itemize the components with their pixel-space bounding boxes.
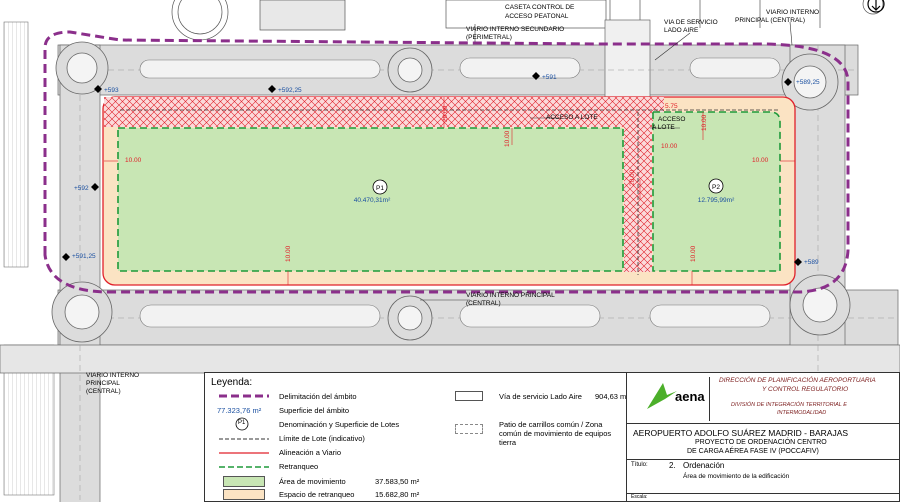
legend-symbol-alignment [219,452,269,454]
legend-area-label: Superficie del ámbito [279,406,350,415]
legend-boundary-label: Delimitación del ámbito [279,392,357,401]
legend-plot-label: Denominación y Superficie de Lotes [279,420,400,429]
dim-left-10: 10.00 [125,157,142,164]
legend-panel: Leyenda: Delimitación del ámbito 77.323,… [204,372,629,502]
acceso-lote-1: ACCESO A LOTE [546,114,598,121]
legend-symbol-setback [219,466,269,468]
project-line-2: DE CARGA AÉREA FASE IV (POCCAFIV) [687,448,819,455]
plot-area-p1: 40.470,31m² [354,197,391,204]
patio-zone-top [104,97,664,127]
legend-symbol-patio [455,424,483,434]
elevation-592-25: +592,25 [278,87,302,94]
viario-principal-top-2: PRINCIPAL (CENTRAL) [735,17,805,24]
via-servicio-label-1: VIA DE SERVICIO [664,19,718,26]
elevation-593: +593 [104,87,119,94]
viario-principal-mid-2: (CENTRAL) [466,300,501,307]
plot-id-p1: P1 [376,185,384,192]
dim-bottom-10-b: 10.00 [690,245,697,262]
plot-area-p2: 12.795,99m² [698,197,735,204]
legend-setback-area-label: Espacio de retranqueo [279,490,355,499]
viario-principal-left-3: (CENTRAL) [86,388,121,395]
legend-setback-label: Retranqueo [279,462,319,471]
project-line-1: PROYECTO DE ORDENACIÓN CENTRO [695,439,827,446]
titulo-text: Ordenación [683,461,725,470]
dim-right-10: 10.00 [752,157,769,164]
elevation-589-25: +589,25 [796,79,820,86]
viario-principal-left-1: VIARIO INTERNO [86,372,139,379]
airport-name: AEROPUERTO ADOLFO SUÁREZ MADRID - BARAJA… [633,428,849,438]
left-parking [3,21,29,268]
legend-service-road-label: Vía de servicio Lado Aire [499,392,582,401]
dim-mid-5-75: 5.75 [665,103,678,110]
legend-plot-symbol: P1 [238,420,246,426]
division-line-1: DIVISIÓN DE INTEGRACIÓN TERRITORIAL E [731,402,847,408]
legend-symbol-setback-area [223,489,265,500]
acceso-lote-2a: ACCESO [658,116,685,123]
legend-alignment-label: Alineación a Viario [279,448,341,457]
caseta-label-2: ACCESO PEATONAL [505,13,569,20]
caseta-label-1: CASETA CONTROL DE [505,4,575,11]
elevation-592: +592 [74,185,89,192]
titulo-number: 2. [669,461,676,470]
legend-patio-label: Patio de carrillos común / Zona común de… [499,420,612,447]
plot-id-p2: P2 [712,184,720,191]
viario-principal-mid-1: VIARIO INTERNO PRINCIPAL [466,292,555,299]
legend-symbol-lot-limit [219,438,269,440]
dim-patio-20: 20.00 [629,169,636,186]
legend-movement-label: Área de movimiento [279,477,346,486]
legend-service-road-value: 904,63 m² [595,392,629,401]
viario-sec-label-1: VIARIO INTERNO SECUNDARIO [466,26,564,33]
legend-area-value: 77.323,76 m² [217,406,262,415]
dim-bottom-10-a: 10.00 [285,245,292,262]
legend-lot-limit-label: Límite de Lote (indicativo) [279,434,365,443]
elevation-591-25: +591,25 [72,253,96,260]
viario-principal-left-2: PRINCIPAL [86,380,120,387]
viario-principal-top-1: VIARIO INTERNO [766,9,819,16]
viario-sec-label-2: (PERIMETRAL) [466,34,512,41]
legend-movement-value: 37.583,50 m² [375,477,420,486]
dim-top-20: 20.00 [442,105,449,122]
legend-symbol-service-road [455,391,483,401]
dim-p1-10-vert: 10.00 [504,130,511,147]
via-servicio-label-2: LADO AIRE [664,27,699,34]
aena-logo-text: aena [675,389,705,404]
legend-symbol-movement [223,476,265,487]
division-line-2: INTERMODALIDAD [777,410,827,416]
title-block: aena DIRECCIÓN DE PLANIFICACIÓN AEROPORT… [626,372,900,502]
elevation-589: +589 [804,259,819,266]
elevation-591: +591 [542,74,557,81]
acceso-lote-2b: A LOTE [652,124,675,131]
subtitulo-text: Área de movimiento de la edificación [683,473,790,480]
aena-logo-icon [647,383,677,409]
direccion-line-1: DIRECCIÓN DE PLANIFICACIÓN AEROPORTUARIA [719,377,876,384]
direccion-line-2: Y CONTROL REGULATORIO [762,386,849,393]
legend-setback-area-value: 15.682,80 m² [375,490,420,499]
legend-symbol-boundary [219,394,269,398]
plan-sheet: CASETA CONTROL DE ACCESO PEATONAL VIARIO… [0,0,900,502]
titulo-label: Título: [631,462,648,468]
dim-p2-10-vert: 10.00 [701,114,708,131]
legend-title: Leyenda: [211,377,253,388]
dim-p2-10: 10.00 [661,143,678,150]
north-arrow-icon [867,0,885,13]
escala-label: Escala: [631,494,648,500]
